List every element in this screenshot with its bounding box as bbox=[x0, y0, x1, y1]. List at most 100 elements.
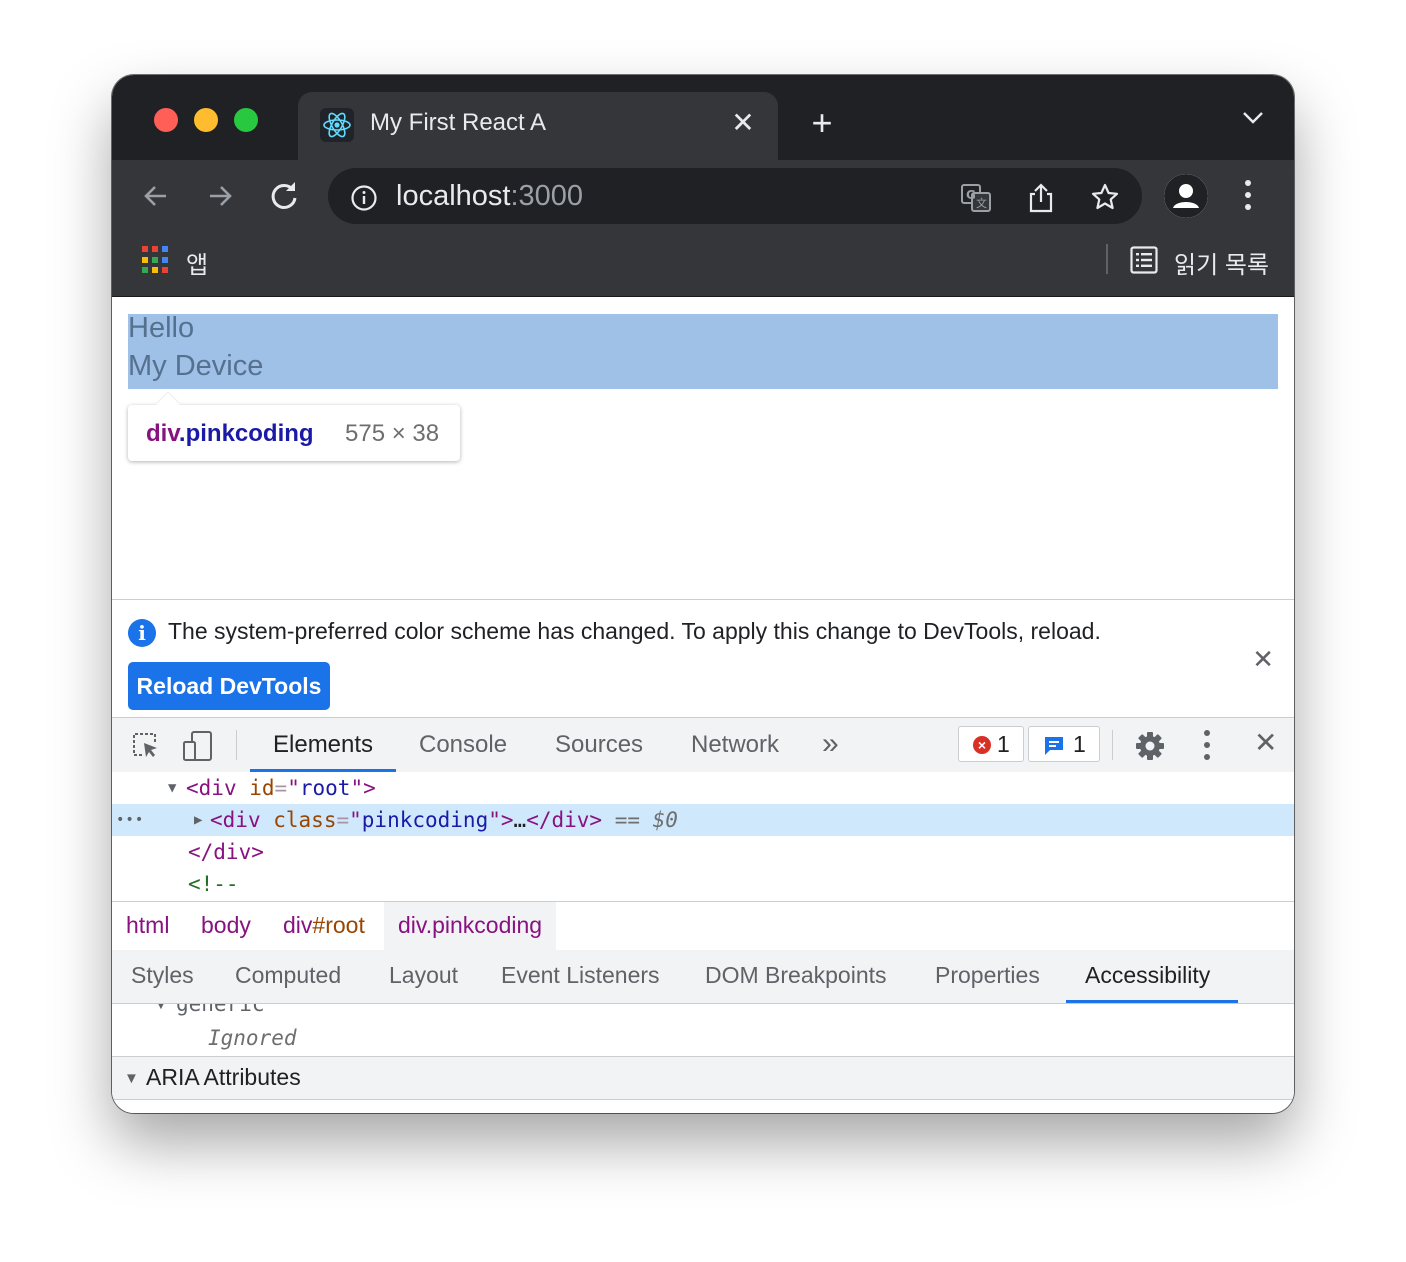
breadcrumb-body[interactable]: body bbox=[201, 902, 251, 950]
section-triangle-icon[interactable]: ▼ bbox=[124, 1070, 139, 1087]
attr-name: class bbox=[273, 808, 337, 832]
closing-tag: </div> bbox=[526, 808, 603, 832]
tooltip-class: .pinkcoding bbox=[178, 420, 314, 447]
reading-list-label[interactable]: 읽기 목록 bbox=[1174, 245, 1269, 280]
quote: " bbox=[350, 776, 364, 800]
collapsed-triangle-icon[interactable]: ▶ bbox=[194, 804, 202, 836]
selected-marker: == bbox=[614, 808, 653, 832]
errors-badge[interactable]: × 1 bbox=[958, 726, 1024, 762]
tab-properties[interactable]: Properties bbox=[935, 962, 1040, 989]
profile-avatar[interactable] bbox=[1164, 174, 1208, 218]
devtools-close-icon[interactable]: ✕ bbox=[1254, 726, 1277, 759]
minimize-window-button[interactable] bbox=[194, 108, 218, 132]
url-text[interactable]: localhost:3000 bbox=[396, 180, 583, 213]
toolbar-divider bbox=[236, 730, 237, 760]
share-icon[interactable] bbox=[1026, 182, 1056, 213]
tab-layout[interactable]: Layout bbox=[389, 962, 458, 989]
tab-elements[interactable]: Elements bbox=[273, 731, 373, 759]
tab-styles[interactable]: Styles bbox=[131, 962, 194, 989]
comment-node: <!-- bbox=[188, 872, 239, 896]
quote: " bbox=[287, 776, 300, 800]
tab-dom-breakpoints[interactable]: DOM Breakpoints bbox=[705, 962, 887, 989]
crumb-id: #root bbox=[312, 912, 365, 938]
close-window-button[interactable] bbox=[154, 108, 178, 132]
address-bar[interactable]: localhost:3000 G文 bbox=[328, 168, 1142, 224]
ax-node-role[interactable]: generic bbox=[176, 1004, 265, 1016]
sidebar-tabbar: Styles Computed Layout Event Listeners D… bbox=[112, 950, 1294, 1004]
messages-badge[interactable]: 1 bbox=[1028, 726, 1100, 762]
tree-row-selected[interactable]: ••• ▶ <div class="pinkcoding">…</div> ==… bbox=[112, 804, 1294, 836]
inspect-element-icon[interactable] bbox=[130, 730, 160, 760]
aria-attributes-title: ARIA Attributes bbox=[146, 1064, 301, 1090]
tag-name: div bbox=[198, 776, 237, 800]
devtools-infobar: i The system-preferred color scheme has … bbox=[112, 599, 1294, 718]
breadcrumb-div-pinkcoding[interactable]: div.pinkcoding bbox=[384, 902, 557, 950]
browser-menu-icon[interactable] bbox=[1242, 180, 1254, 214]
breadcrumb-div-root[interactable]: div#root bbox=[283, 902, 365, 950]
inspect-tooltip: div.pinkcoding 575 × 38 bbox=[128, 405, 460, 461]
infobar-close-icon[interactable]: ✕ bbox=[1252, 644, 1274, 675]
url-port: :3000 bbox=[510, 180, 584, 212]
tab-accessibility[interactable]: Accessibility bbox=[1085, 962, 1210, 989]
reload-button[interactable] bbox=[264, 176, 304, 216]
expanded-triangle-icon[interactable]: ▼ bbox=[168, 772, 176, 804]
tab-network[interactable]: Network bbox=[691, 731, 779, 759]
tag-close-bracket: > bbox=[500, 808, 514, 832]
bookmark-star-icon[interactable] bbox=[1090, 182, 1120, 212]
forward-button[interactable] bbox=[200, 176, 240, 216]
device-toolbar-icon[interactable] bbox=[182, 730, 212, 761]
tree-row[interactable]: ▼ <div id="root"> bbox=[112, 772, 1294, 804]
tab-search-chevron-icon[interactable] bbox=[1242, 111, 1264, 130]
browser-toolbar: localhost:3000 G文 bbox=[112, 160, 1294, 232]
new-tab-button[interactable]: + bbox=[802, 105, 842, 141]
tab-event-listeners[interactable]: Event Listeners bbox=[501, 962, 660, 989]
site-info-icon[interactable] bbox=[350, 184, 377, 211]
page-text-hello: Hello bbox=[128, 312, 195, 344]
attr-value: root bbox=[299, 776, 351, 800]
apps-grid-icon[interactable] bbox=[142, 246, 170, 274]
apps-label[interactable]: 앱 bbox=[186, 245, 208, 280]
back-button[interactable] bbox=[136, 176, 176, 216]
accessibility-pane: ▼ generic Ignored ▼ ARIA Attributes bbox=[112, 1004, 1294, 1113]
error-icon: × bbox=[973, 736, 991, 754]
breadcrumb-html[interactable]: html bbox=[126, 902, 169, 950]
elements-tree: ▼ <div id="root"> ••• ▶ <div class="pink… bbox=[112, 772, 1294, 900]
tag-open-bracket: < bbox=[186, 776, 199, 800]
svg-text:G: G bbox=[966, 188, 976, 202]
row-actions-dots-icon[interactable]: ••• bbox=[116, 804, 144, 836]
reload-devtools-button[interactable]: Reload DevTools bbox=[128, 662, 330, 710]
attr-eq: = bbox=[274, 776, 288, 800]
tab-active[interactable]: My First React A ✕ bbox=[298, 92, 778, 160]
attr-eq: = bbox=[336, 808, 350, 832]
settings-gear-icon[interactable] bbox=[1134, 730, 1164, 760]
tag-name: div bbox=[222, 808, 261, 832]
aria-attributes-section[interactable]: ▼ ARIA Attributes bbox=[112, 1056, 1294, 1100]
breadcrumb: html body div#root div.pinkcoding bbox=[112, 901, 1294, 951]
bookmarks-bar: 앱 읽기 목록 bbox=[112, 232, 1294, 297]
ax-ignored-label: Ignored bbox=[208, 1026, 297, 1050]
tab-sources[interactable]: Sources bbox=[555, 731, 643, 759]
quote: " bbox=[488, 808, 501, 832]
tag-close-bracket: > bbox=[363, 776, 376, 800]
devtools-tabbar: Elements Console Sources Network » × 1 1… bbox=[112, 717, 1294, 773]
more-tabs-icon[interactable]: » bbox=[822, 727, 839, 761]
attr-name: id bbox=[249, 776, 275, 800]
tooltip-size: 575 × 38 bbox=[345, 420, 440, 447]
react-icon bbox=[320, 108, 354, 142]
tab-computed[interactable]: Computed bbox=[235, 962, 341, 989]
active-sidebar-tab-indicator bbox=[1066, 1000, 1238, 1003]
expand-chevron-icon[interactable]: ▼ bbox=[154, 1004, 168, 1012]
tree-row[interactable]: <!-- bbox=[112, 868, 1294, 900]
tab-close-button[interactable]: ✕ bbox=[728, 108, 758, 138]
toolbar-divider-2 bbox=[1112, 730, 1113, 760]
tree-row[interactable]: </div> bbox=[112, 836, 1294, 868]
crumb-tag: div bbox=[283, 912, 313, 938]
reading-list-icon[interactable] bbox=[1130, 246, 1158, 274]
message-count: 1 bbox=[1073, 731, 1086, 757]
zoom-window-button[interactable] bbox=[234, 108, 258, 132]
translate-icon[interactable]: G文 bbox=[960, 182, 991, 212]
infobar-message: The system-preferred color scheme has ch… bbox=[168, 618, 1101, 644]
collapsed-ellipsis[interactable]: … bbox=[514, 808, 527, 832]
devtools-menu-icon[interactable] bbox=[1201, 730, 1213, 764]
tab-console[interactable]: Console bbox=[419, 731, 507, 759]
